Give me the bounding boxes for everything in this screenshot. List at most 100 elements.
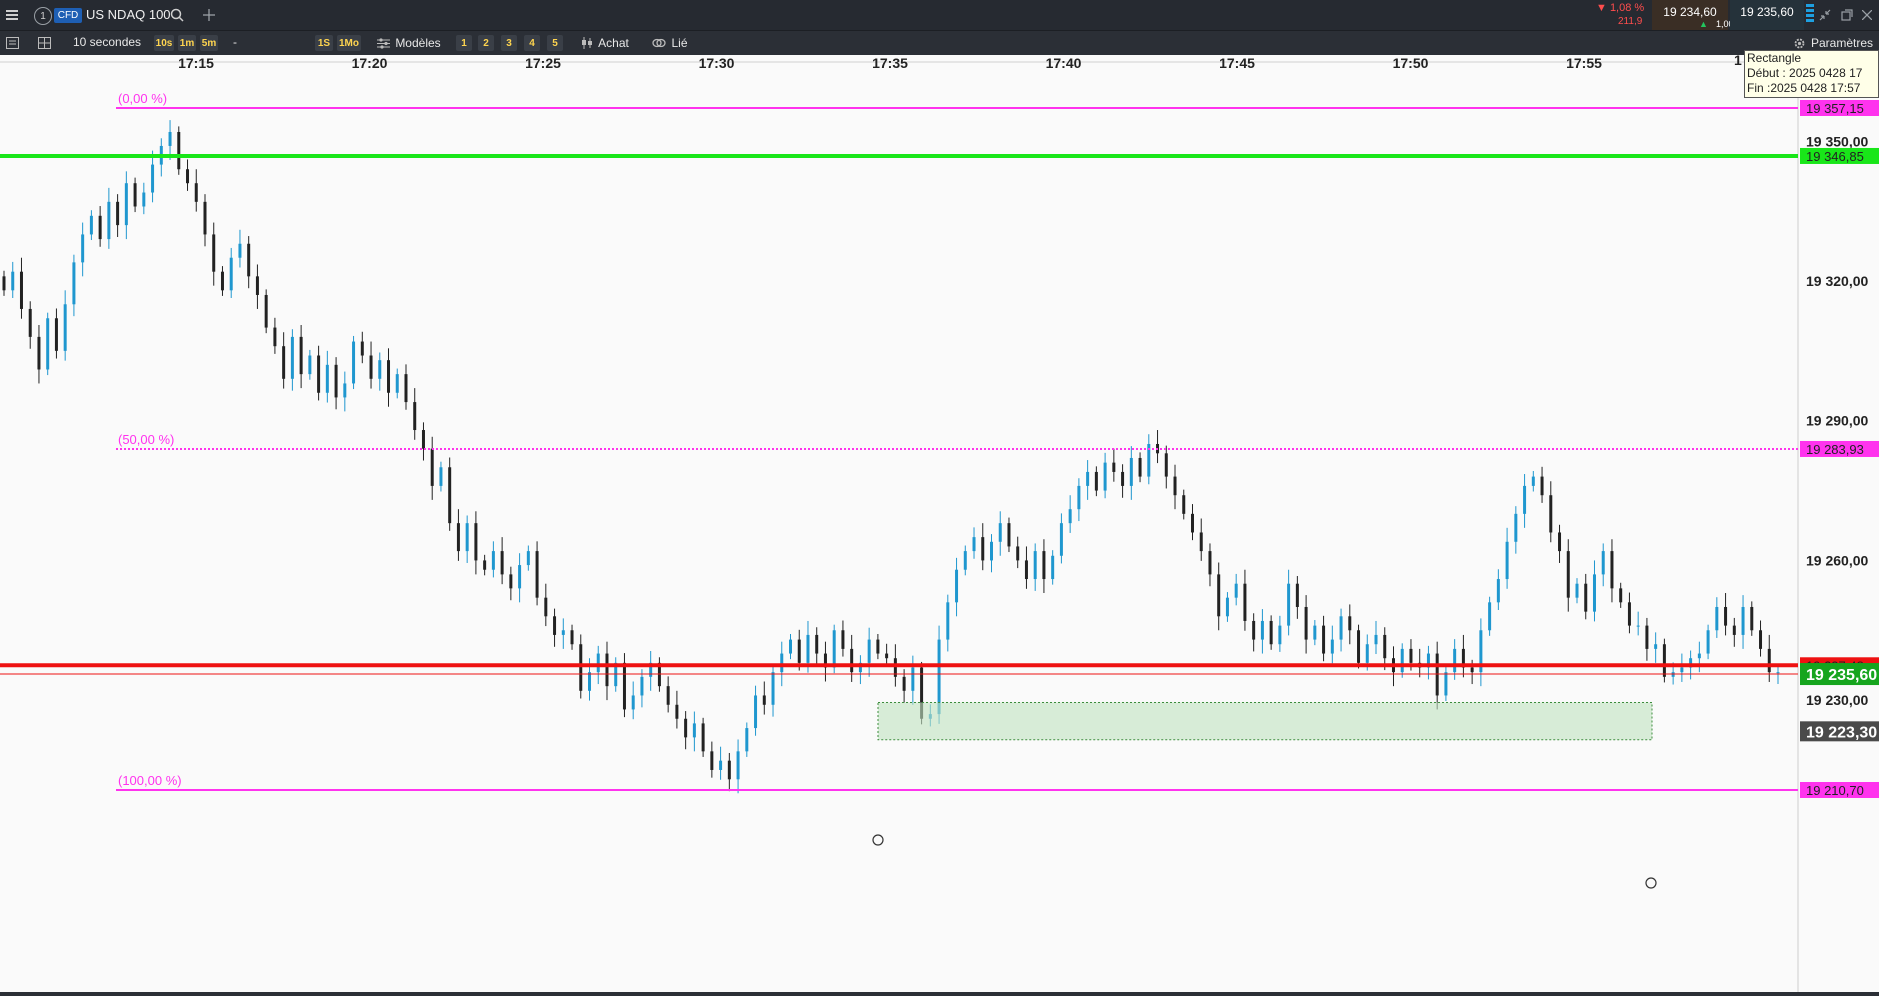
time-axis-label: 17:20 [352, 55, 388, 71]
template-slot-1[interactable]: 1 [456, 35, 472, 51]
candle-body [1112, 462, 1116, 472]
template-slot-2[interactable]: 2 [478, 35, 494, 51]
template-slot-3[interactable]: 3 [501, 35, 517, 51]
candle-body [387, 360, 391, 393]
fib-label-100: (100,00 %) [118, 773, 182, 788]
search-button[interactable] [168, 6, 186, 24]
candle-body [352, 341, 356, 384]
candle-body [1077, 485, 1081, 510]
templates-button[interactable]: Modèles [374, 33, 444, 53]
interval-select[interactable]: 10 secondes [73, 35, 141, 49]
interval-5m[interactable]: 5m [200, 35, 218, 51]
candle-body [1453, 648, 1457, 673]
fib-label-50: (50,00 %) [118, 432, 174, 447]
candle-body [203, 201, 207, 235]
candle-body [456, 523, 460, 552]
candle-body [1470, 667, 1474, 673]
restore-button[interactable] [1838, 6, 1856, 24]
candle-body [142, 192, 146, 207]
drawing-tooltip: Rectangle Début : 2025 0428 17 Fin :2025… [1744, 50, 1879, 98]
candle-body [789, 639, 793, 654]
candle-body [1129, 457, 1133, 486]
add-tab-button[interactable] [200, 6, 218, 24]
candle-body [1601, 551, 1605, 575]
layout-button[interactable] [36, 35, 52, 51]
candle-body [1295, 583, 1299, 607]
candle-body [1409, 648, 1413, 663]
candle-body [1182, 495, 1186, 514]
time-axis-label: 17:30 [699, 55, 735, 71]
linked-label: Lié [671, 36, 688, 50]
candle-body [1330, 639, 1334, 654]
candle-body [526, 551, 530, 566]
candle-body [1225, 597, 1229, 617]
candle-body [1514, 513, 1518, 542]
price-chart-area[interactable]: 17:15 17:20 17:25 17:30 17:35 17:40 17:45 17:50… [0, 50, 1879, 996]
candle-body [1523, 485, 1527, 514]
candle-body [771, 672, 775, 705]
price-axis-label: 19 290,00 [1806, 413, 1868, 429]
buy-price-box[interactable]: 19 235,60 [1730, 0, 1804, 30]
candle-body [395, 374, 399, 393]
candle-body [19, 271, 23, 309]
candle-body [28, 308, 32, 337]
list-view-button[interactable] [4, 35, 20, 51]
candle-body [1619, 588, 1623, 603]
candle-body [1365, 644, 1369, 663]
candlestick-chart[interactable]: 17:15 17:20 17:25 17:30 17:35 17:40 17:45 17:50… [0, 55, 1879, 996]
candle-body [212, 234, 216, 272]
bottom-border [0, 992, 1879, 996]
linked-button[interactable]: Lié [648, 33, 692, 53]
level-indicator-icon [1806, 4, 1814, 26]
candle-body [1400, 648, 1404, 673]
candle-body [701, 723, 705, 752]
candle-body [797, 639, 801, 663]
period-1mo[interactable]: 1Mo [337, 35, 361, 51]
hamburger-icon [6, 10, 18, 20]
candle-body [1121, 471, 1125, 486]
candle-body [1680, 667, 1684, 673]
candle-body [780, 653, 784, 673]
candle-body [1033, 551, 1037, 580]
candle-body [1007, 523, 1011, 547]
candle-body [89, 215, 93, 235]
candle-body [72, 262, 76, 305]
price-tag-last: 19 235,60 [1806, 667, 1877, 684]
rectangle-zone[interactable] [877, 701, 1653, 741]
close-button[interactable] [1858, 6, 1876, 24]
candle-body [1313, 625, 1317, 640]
candle-body [491, 551, 495, 570]
buy-button[interactable]: Achat [576, 33, 634, 53]
interval-1m[interactable]: 1m [178, 35, 196, 51]
period-1s[interactable]: 1S [315, 35, 333, 51]
price-axis-label: 19 230,00 [1806, 692, 1868, 708]
candle-body [876, 639, 880, 654]
minimize-button[interactable] [1816, 6, 1834, 24]
template-slot-4[interactable]: 4 [524, 35, 540, 51]
candle-body [1164, 453, 1168, 477]
instrument-name[interactable]: US NDAQ 100 [86, 7, 171, 22]
candle-body [1190, 513, 1194, 533]
candle-body [116, 201, 120, 226]
menu-button[interactable] [0, 0, 24, 30]
candle-body [1496, 579, 1500, 603]
candle-body [902, 676, 906, 691]
candle-body [369, 355, 373, 379]
candle-body [1357, 630, 1361, 663]
candle-body [1531, 476, 1535, 486]
template-slot-5[interactable]: 5 [547, 35, 563, 51]
candle-body [1252, 620, 1256, 640]
candle-body [955, 569, 959, 603]
candle-body [11, 271, 15, 291]
candle-body [762, 695, 766, 705]
candle-body [308, 355, 312, 375]
candle-body [1322, 625, 1326, 654]
candle-body [483, 560, 487, 570]
candle-body [946, 602, 950, 640]
candle-body [885, 653, 889, 659]
price-tag-fib0: 19 357,15 [1806, 101, 1864, 116]
candle-body [640, 676, 644, 696]
tab-number-badge[interactable]: 1 [34, 7, 52, 25]
candle-body [1051, 555, 1055, 580]
interval-10s[interactable]: 10s [154, 35, 174, 51]
